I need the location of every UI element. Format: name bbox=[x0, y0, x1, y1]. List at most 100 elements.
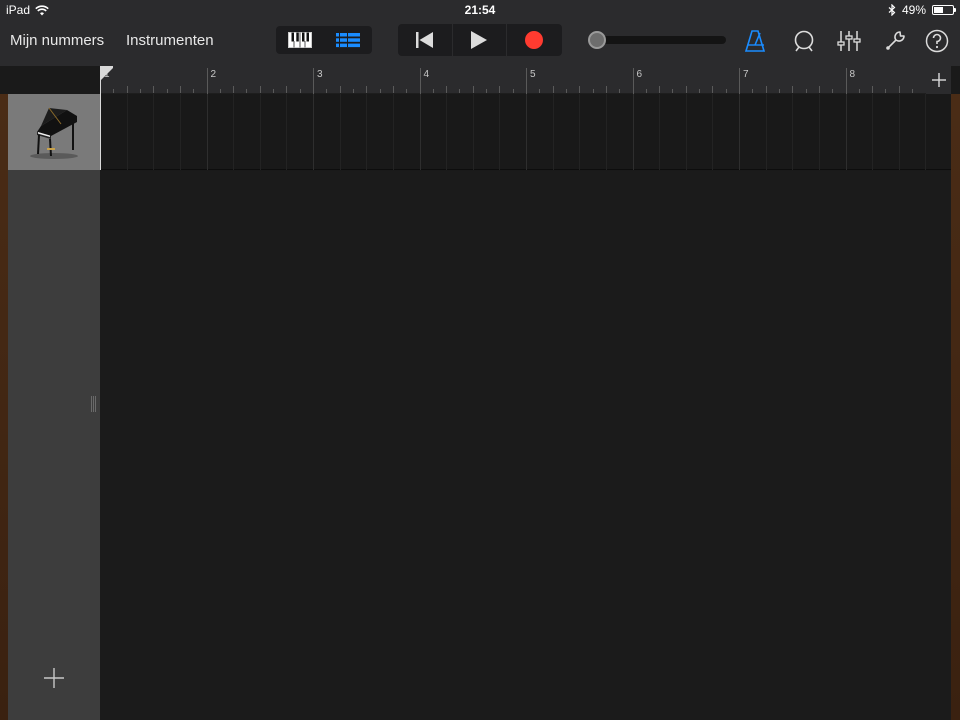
ruler-bar-line bbox=[526, 68, 527, 94]
ruler-tick bbox=[912, 89, 914, 93]
my-songs-button[interactable]: Mijn nummers bbox=[10, 32, 104, 49]
ruler-tick bbox=[832, 89, 834, 93]
lane-gridline bbox=[765, 94, 767, 170]
lane-gridline bbox=[659, 94, 661, 170]
ruler-tick bbox=[366, 86, 368, 93]
lane-gridline bbox=[526, 94, 527, 170]
ruler-tick bbox=[273, 89, 275, 93]
ruler-tick bbox=[246, 89, 248, 93]
metronome-button[interactable] bbox=[742, 28, 768, 54]
settings-button[interactable] bbox=[882, 28, 908, 54]
ruler-tick bbox=[219, 89, 221, 93]
lane-gridline bbox=[153, 94, 155, 170]
ruler-tick bbox=[392, 86, 394, 93]
ruler-tick bbox=[459, 89, 461, 93]
ruler-tick bbox=[166, 89, 168, 93]
instruments-button[interactable]: Instrumenten bbox=[126, 32, 214, 49]
playhead-line bbox=[100, 94, 101, 170]
ruler-tick bbox=[725, 89, 727, 93]
lane-gridline bbox=[898, 94, 900, 170]
help-icon bbox=[925, 29, 949, 53]
lane-gridline bbox=[179, 94, 181, 170]
plus-icon bbox=[931, 73, 946, 87]
ruler-tick bbox=[432, 89, 434, 93]
keyboard-view-button[interactable] bbox=[276, 26, 324, 54]
ruler-tick bbox=[592, 89, 594, 93]
play-button[interactable] bbox=[453, 24, 508, 56]
track-lane-piano[interactable] bbox=[100, 94, 951, 170]
ruler-tick bbox=[685, 86, 687, 93]
plus-icon bbox=[44, 668, 64, 688]
ruler-tick bbox=[778, 89, 780, 93]
ruler-bar-line bbox=[632, 68, 634, 94]
add-section-button[interactable] bbox=[926, 66, 951, 94]
ruler-bar-number: 3 bbox=[317, 69, 323, 80]
ruler-bar-line bbox=[739, 68, 740, 94]
ruler-bar-number: 5 bbox=[530, 69, 536, 80]
ruler-bar-number: 4 bbox=[423, 69, 430, 80]
transport-controls bbox=[398, 24, 562, 56]
ruler-tick bbox=[299, 89, 301, 93]
ruler-tick bbox=[153, 86, 155, 93]
help-button[interactable] bbox=[924, 28, 950, 54]
ruler-tick bbox=[872, 86, 874, 93]
track-header-piano[interactable] bbox=[8, 94, 100, 170]
ruler-tick bbox=[645, 89, 647, 93]
lane-gridline bbox=[259, 94, 261, 170]
ruler-bar-line bbox=[206, 68, 208, 94]
piano-keys-icon bbox=[288, 32, 312, 48]
ruler-bar-number: 7 bbox=[743, 69, 749, 80]
ruler-tick bbox=[233, 86, 235, 93]
bluetooth-icon bbox=[888, 4, 896, 16]
track-header-column bbox=[8, 94, 100, 720]
lane-gridline bbox=[632, 94, 634, 170]
clock: 21:54 bbox=[464, 3, 496, 17]
go-to-start-button[interactable] bbox=[398, 24, 453, 56]
tracks-view-icon bbox=[336, 33, 360, 48]
lane-gridline bbox=[206, 94, 208, 170]
ruler-tick bbox=[712, 86, 714, 93]
volume-knob[interactable] bbox=[588, 31, 606, 49]
mixer-button[interactable] bbox=[836, 28, 862, 54]
add-track-button[interactable] bbox=[42, 666, 66, 690]
loop-browser-icon bbox=[794, 30, 814, 52]
ruler-tick bbox=[552, 86, 554, 93]
ruler-tick bbox=[805, 89, 807, 93]
tracks-workspace[interactable] bbox=[100, 171, 951, 720]
lane-gridline bbox=[392, 94, 394, 170]
lane-gridline bbox=[872, 94, 874, 170]
lane-gridline bbox=[579, 94, 581, 170]
ruler-bar-number: 6 bbox=[636, 69, 643, 80]
record-button[interactable] bbox=[507, 24, 562, 56]
lane-gridline bbox=[233, 94, 235, 170]
lane-gridline bbox=[339, 94, 341, 170]
lane-gridline bbox=[818, 94, 820, 170]
ruler-tick bbox=[605, 86, 607, 93]
ruler-bar-line bbox=[419, 68, 421, 94]
frame-right bbox=[951, 94, 960, 720]
ruler-tick bbox=[792, 86, 794, 93]
header-resize-handle[interactable] bbox=[90, 396, 98, 412]
tracks-view-button[interactable] bbox=[324, 26, 372, 54]
ruler-tick bbox=[512, 89, 514, 93]
ruler-tick bbox=[672, 89, 674, 93]
ruler-tick bbox=[486, 89, 488, 93]
playhead-handle[interactable] bbox=[100, 66, 114, 94]
ruler-bar-line bbox=[845, 68, 847, 94]
ruler-tick bbox=[193, 89, 195, 93]
master-volume-slider[interactable] bbox=[588, 31, 726, 49]
lane-gridline bbox=[499, 94, 501, 170]
loop-browser-button[interactable] bbox=[791, 28, 817, 54]
battery-percent: 49% bbox=[901, 3, 926, 17]
volume-track bbox=[596, 36, 726, 44]
go-to-start-icon bbox=[415, 32, 433, 48]
toolbar: Mijn nummers Instrumenten bbox=[0, 20, 960, 66]
battery-icon bbox=[932, 5, 956, 15]
ruler-tick bbox=[818, 86, 820, 93]
ruler-tick bbox=[406, 89, 408, 93]
settings-wrench-icon bbox=[886, 31, 905, 50]
ruler-tick bbox=[326, 89, 328, 93]
timeline-ruler[interactable]: 12345678 bbox=[100, 66, 926, 94]
lane-gridline bbox=[712, 94, 714, 170]
ruler-bar-number: 8 bbox=[849, 69, 856, 80]
